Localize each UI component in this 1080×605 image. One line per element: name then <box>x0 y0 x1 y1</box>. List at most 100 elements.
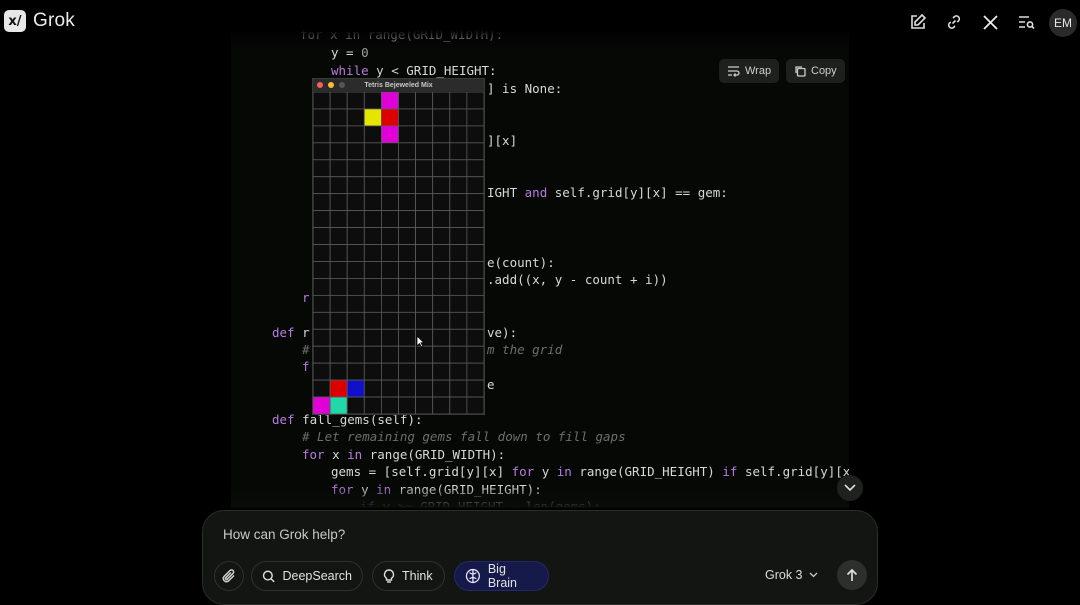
board-cell <box>363 362 382 381</box>
board-cell <box>415 345 434 364</box>
board-cell <box>346 108 365 127</box>
gem-block <box>313 396 331 414</box>
board-cell <box>449 244 468 262</box>
search-icon <box>262 570 275 582</box>
gem-block <box>363 108 382 127</box>
board-cell <box>398 278 417 296</box>
board-cell <box>346 345 365 364</box>
board-cell <box>415 379 434 398</box>
prompt-composer: How can Grok help? DeepSearch Think Big … <box>202 510 878 605</box>
board-cell <box>313 108 331 127</box>
board-cell <box>346 362 365 381</box>
board-cell <box>313 362 331 381</box>
board-cell <box>363 142 382 161</box>
board-cell <box>313 125 331 144</box>
brain-icon <box>465 568 480 584</box>
model-selector[interactable]: Grok 3 <box>765 568 818 582</box>
code-line: e(count): <box>487 255 555 270</box>
board-cell <box>415 159 434 178</box>
edit-icon[interactable] <box>907 11 929 33</box>
board-cell <box>381 193 399 212</box>
board-cell <box>329 176 348 195</box>
attach-button[interactable] <box>214 561 244 591</box>
board-cell <box>313 176 331 195</box>
model-name: Grok 3 <box>765 568 803 582</box>
board-cell <box>329 261 348 279</box>
board-cell <box>381 311 399 330</box>
gem-block <box>381 125 399 144</box>
board-cell <box>398 176 417 195</box>
board-cell <box>415 193 434 212</box>
board-cell <box>346 125 365 144</box>
board-cell <box>346 278 365 296</box>
board-cell <box>346 159 365 178</box>
gem-block <box>381 108 399 127</box>
board-cell <box>449 328 468 347</box>
board-cell <box>466 92 484 110</box>
gem-block <box>329 379 348 398</box>
wrap-icon <box>728 66 740 77</box>
game-titlebar[interactable]: Tetris Bejeweled Mix <box>313 79 484 92</box>
board-cell <box>363 125 382 144</box>
board-cell <box>415 108 434 127</box>
code-line: r <box>302 290 310 305</box>
code-line: .add((x, y - count + i)) <box>487 272 668 287</box>
board-cell <box>346 328 365 347</box>
prompt-input[interactable]: How can Grok help? <box>223 527 345 542</box>
history-icon[interactable] <box>1015 11 1037 33</box>
code-line: e <box>487 377 495 392</box>
board-cell <box>432 244 451 262</box>
board-cell <box>432 176 451 195</box>
board-cell <box>346 142 365 161</box>
board-cell <box>363 396 382 414</box>
send-button[interactable] <box>837 560 867 590</box>
board-cell <box>432 108 451 127</box>
app-name: Grok <box>33 10 75 31</box>
board-cell <box>466 379 484 398</box>
game-board[interactable] <box>313 92 484 414</box>
board-cell <box>381 278 399 296</box>
wrap-label: Wrap <box>745 65 772 77</box>
board-cell <box>329 244 348 262</box>
board-cell <box>398 108 417 127</box>
user-avatar[interactable]: EM <box>1049 9 1077 37</box>
board-cell <box>449 261 468 279</box>
scroll-down-button[interactable] <box>837 475 863 501</box>
grok-logo[interactable]: x/ Grok <box>4 10 75 32</box>
link-icon[interactable] <box>943 11 965 33</box>
board-cell <box>381 176 399 195</box>
x-logo-icon[interactable] <box>979 11 1001 33</box>
bigbrain-button[interactable]: Big Brain <box>454 561 549 591</box>
board-cell <box>466 227 484 245</box>
board-cell <box>329 345 348 364</box>
board-cell <box>398 244 417 262</box>
board-cell <box>449 379 468 398</box>
board-cell <box>415 125 434 144</box>
board-cell <box>415 311 434 330</box>
copy-icon <box>795 66 806 77</box>
board-cell <box>466 210 484 228</box>
board-cell <box>313 294 331 313</box>
board-cell <box>398 125 417 144</box>
board-cell <box>432 345 451 364</box>
board-cell <box>466 244 484 262</box>
deepsearch-button[interactable]: DeepSearch <box>251 561 363 591</box>
board-cell <box>313 328 331 347</box>
think-button[interactable]: Think <box>372 561 445 591</box>
board-cell <box>432 210 451 228</box>
board-cell <box>313 244 331 262</box>
board-cell <box>398 210 417 228</box>
wrap-button[interactable]: Wrap <box>719 59 780 83</box>
game-window[interactable]: Tetris Bejeweled Mix <box>312 78 485 415</box>
board-cell <box>449 210 468 228</box>
copy-button[interactable]: Copy <box>786 59 845 83</box>
board-cell <box>415 294 434 313</box>
code-line: while y < GRID_HEIGHT: <box>331 63 497 78</box>
game-title: Tetris Bejeweled Mix <box>364 82 433 89</box>
grok-logo-icon: x/ <box>4 10 26 32</box>
board-cell <box>432 311 451 330</box>
board-cell <box>466 125 484 144</box>
lightbulb-icon <box>383 568 395 583</box>
board-cell <box>398 328 417 347</box>
code-line: ][x] <box>487 133 518 148</box>
